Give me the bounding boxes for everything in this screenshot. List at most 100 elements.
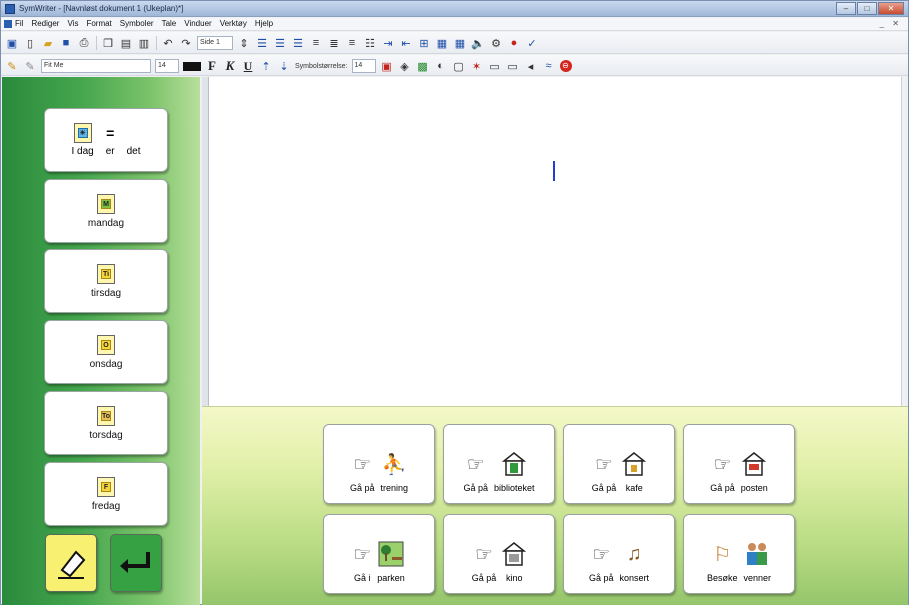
page-stepper-icon[interactable]: ⇕ [237,36,251,50]
day-button-wednesday[interactable]: O onsdag [44,320,168,384]
window-controls: – □ ✕ [835,2,904,15]
document-editor[interactable] [202,77,908,406]
park-icon [378,539,404,569]
grid-icon[interactable]: ▦ [453,36,467,50]
redo-icon[interactable]: ↷ [179,36,193,50]
clipboard-icon[interactable]: ▥ [137,36,151,50]
open-icon[interactable]: ▰ [41,36,55,50]
italic-button[interactable]: K [223,58,237,73]
font-select[interactable]: Fit Me [41,59,151,73]
new-doc-icon[interactable]: ▯ [23,36,37,50]
alternate-icon[interactable]: ≈ [542,59,556,73]
weekday-panel: ☀ I dag = er det M mandag Ti tirsdag O o… [2,77,200,605]
symbol-icon[interactable]: ◈ [398,59,412,73]
menu-windows[interactable]: Vinduer [184,19,211,28]
equals-icon: = [106,125,115,141]
columns-icon[interactable]: ▦ [435,36,449,50]
eraser-icon [58,550,86,579]
cafe-icon [622,449,647,479]
thursday-icon: To [97,405,115,426]
align-center-icon[interactable]: ☰ [273,36,287,50]
pointing-hand-icon: ☞ [592,543,611,566]
pointing-hand-icon: ☞ [466,453,485,476]
menu-tools[interactable]: Verktøy [220,19,247,28]
style-icon[interactable]: ✎ [23,59,37,73]
it-word: det [126,146,141,157]
activity-button-venner[interactable]: ⚐ Besøke venner [683,514,795,594]
copy-icon[interactable]: ❐ [101,36,115,50]
line-spacing-icon[interactable]: ≣ [327,36,341,50]
day-label: mandag [87,217,125,229]
menu-file[interactable]: Fil [15,19,23,28]
mdi-controls[interactable]: _ ✕ [880,19,902,28]
vertical-scrollbar[interactable] [901,77,908,406]
menu-bar: Fil Rediger Vis Format Symboler Tale Vin… [1,18,908,31]
picture-icon[interactable]: ▩ [416,59,430,73]
marker-icon[interactable]: ● [507,36,521,50]
outdent-icon[interactable]: ⇤ [399,36,413,50]
activity-button-parken[interactable]: ☞ Gå i parken [323,514,435,594]
paragraph-icon[interactable]: ≡ [345,36,359,50]
settings-icon[interactable]: ⚙ [489,36,503,50]
activity-button-biblioteket[interactable]: ☞ Gå på biblioteket [443,424,555,504]
wednesday-icon: O [97,334,115,355]
underline-button[interactable]: U [241,59,255,73]
minimize-button[interactable]: – [836,2,856,15]
today-word: I dag [71,146,94,157]
align-right-icon[interactable]: ☰ [291,36,305,50]
save-icon[interactable]: ■ [59,36,73,50]
symbol-size-select[interactable]: 14 [351,59,376,73]
day-button-thursday[interactable]: To torsdag [44,391,168,455]
pin-icon[interactable]: ✶ [470,59,484,73]
enter-arrow-icon [120,552,150,573]
text-caret [553,161,555,181]
pencil-icon[interactable]: ✎ [5,59,19,73]
ear-icon[interactable]: ◐ [434,59,448,73]
stop-icon[interactable]: ⊖ [559,60,572,72]
bullets-icon[interactable]: ☷ [363,36,377,50]
paste-icon[interactable]: ▤ [119,36,133,50]
bold-button[interactable]: F [205,58,219,73]
eraser-button[interactable] [45,534,97,592]
arrow-left-icon[interactable]: ◂ [524,59,538,73]
menu-symbols[interactable]: Symboler [120,19,154,28]
speak-icon[interactable]: 🔈 [471,36,485,50]
day-button-monday[interactable]: M mandag [44,179,168,243]
pointing-hand-icon: ☞ [353,543,372,566]
enter-button[interactable] [110,534,162,592]
menu-format[interactable]: Format [86,19,111,28]
table-icon[interactable]: ⊞ [417,36,431,50]
menu-speech[interactable]: Tale [162,19,177,28]
activity-button-trening[interactable]: ☞ Gå på ⛹ trening [323,424,435,504]
activity-button-posten[interactable]: ☞ Gå på posten [683,424,795,504]
spell-icon[interactable]: ✓ [525,36,539,50]
font-size-select[interactable]: 14 [155,59,179,73]
text-color-swatch[interactable] [183,61,201,71]
frame-color-icon[interactable]: ▣ [380,59,394,73]
page-select[interactable]: Side 1 [197,36,233,50]
close-button[interactable]: ✕ [878,2,904,15]
text-only-icon[interactable]: ▭ [488,59,502,73]
activity-button-kafe[interactable]: ☞ Gå på kafe [563,424,675,504]
day-button-tuesday[interactable]: Ti tirsdag [44,249,168,313]
toggle-symbol-icon[interactable]: ▢ [452,59,466,73]
align-left-icon[interactable]: ☰ [255,36,269,50]
menu-help[interactable]: Hjelp [255,19,273,28]
print-icon[interactable]: ⎙ [77,36,91,50]
symbol-size-label: Symbolstørrelse: [295,62,348,70]
menu-view[interactable]: Vis [67,19,78,28]
symbol-only-icon[interactable]: ▭ [506,59,520,73]
frame-icon[interactable]: ▣ [5,36,19,50]
activity-button-kino[interactable]: ☞ Gå på kino [443,514,555,594]
menu-edit[interactable]: Rediger [31,19,59,28]
day-button-friday[interactable]: F fredag [44,462,168,526]
justify-icon[interactable]: ≡ [309,36,323,50]
library-icon [502,449,527,479]
indent-icon[interactable]: ⇥ [381,36,395,50]
activity-button-konsert[interactable]: ☞ Gå på ♫ konsert [563,514,675,594]
superscript-icon[interactable]: ⇡ [259,59,273,73]
subscript-icon[interactable]: ⇣ [277,59,291,73]
undo-icon[interactable]: ↶ [161,36,175,50]
maximize-button[interactable]: □ [857,2,877,15]
today-button[interactable]: ☀ I dag = er det [44,108,168,172]
